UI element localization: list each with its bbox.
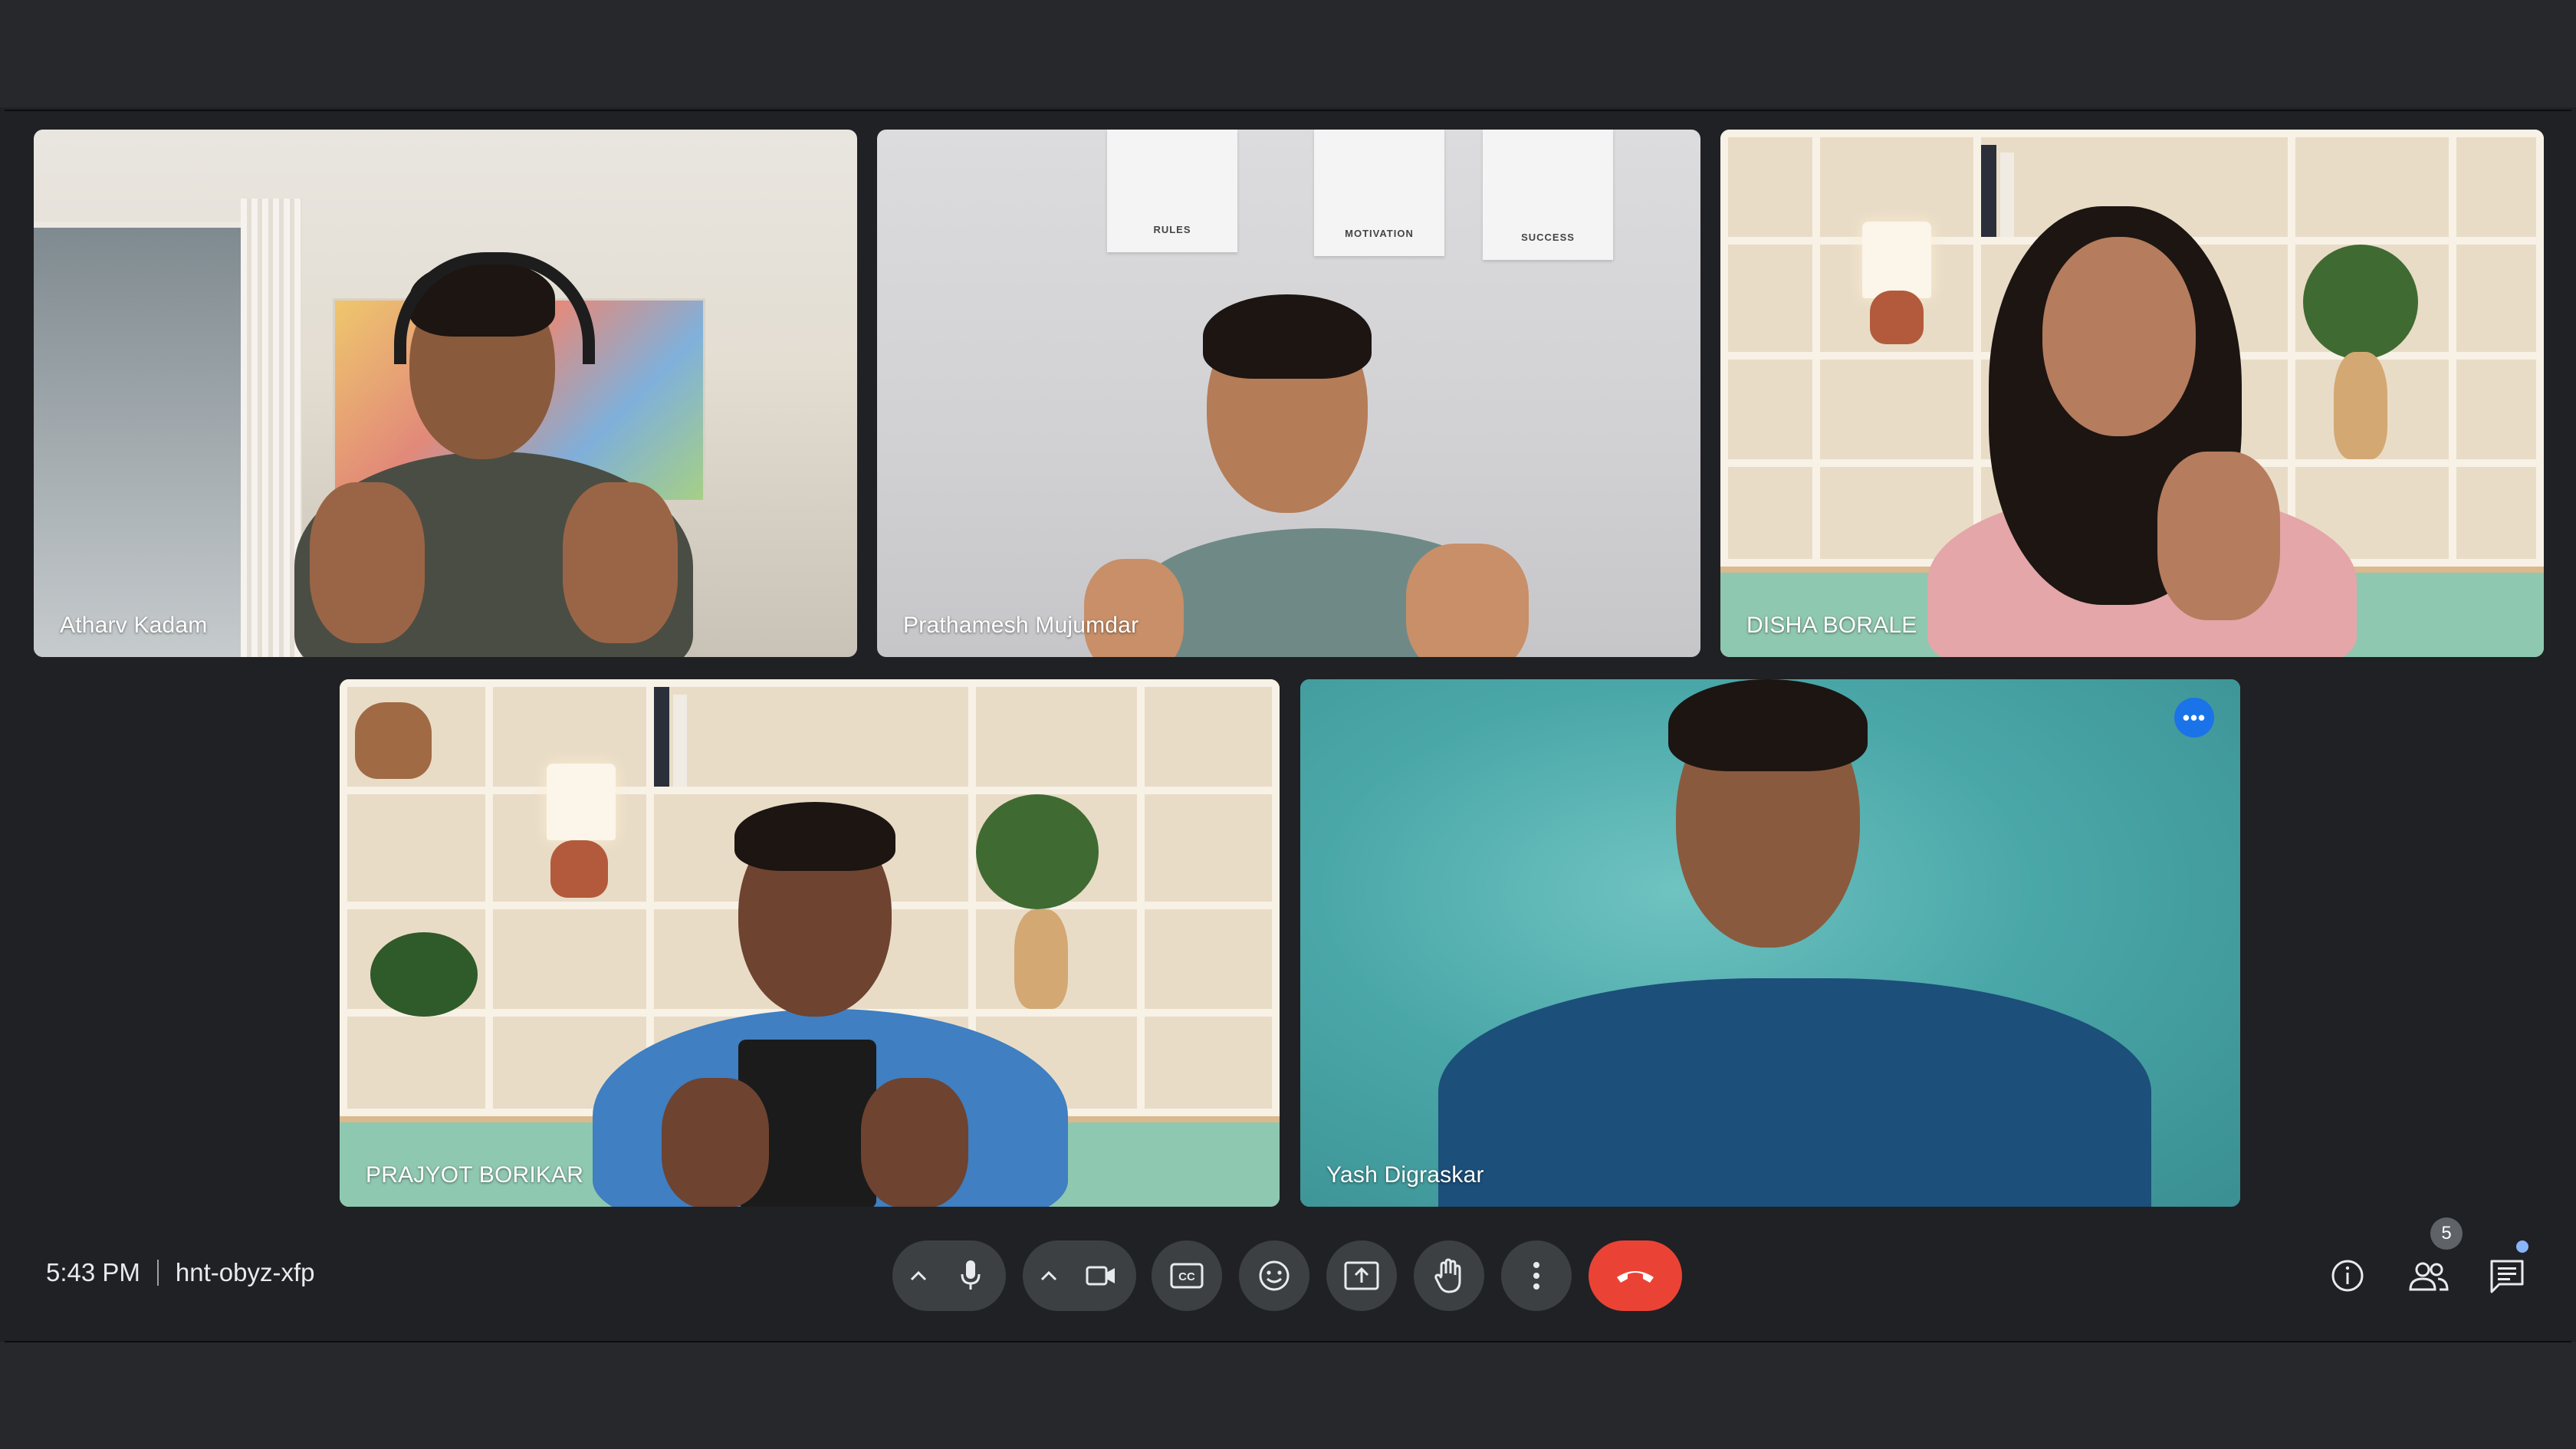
leave-call-button[interactable] <box>1589 1240 1682 1311</box>
videocam-icon <box>1086 1266 1115 1286</box>
participant-name: PRAJYOT BORIKAR <box>366 1162 584 1188</box>
chevron-up-icon <box>910 1270 927 1281</box>
captions-button[interactable]: CC <box>1152 1240 1222 1311</box>
chat-button[interactable] <box>2475 1244 2539 1308</box>
participant-tile-atharv[interactable]: Atharv Kadam <box>34 130 857 657</box>
camera-button[interactable] <box>1070 1240 1132 1311</box>
video-feed <box>1300 679 2240 1207</box>
hand-icon <box>1434 1258 1461 1293</box>
participant-tile-yash[interactable]: ••• Yash Digraskar <box>1300 679 2240 1207</box>
emoji-icon <box>1259 1260 1290 1291</box>
letterbox-top <box>0 0 2576 107</box>
participant-tile-prathamesh[interactable]: RULES MOTIVATION SUCCESS Prathamesh Muju… <box>877 130 1700 657</box>
video-options-button[interactable] <box>1027 1240 1070 1311</box>
participant-name: Prathamesh Mujumdar <box>903 613 1139 638</box>
reactions-button[interactable] <box>1239 1240 1309 1311</box>
camera-control-group <box>1023 1240 1136 1311</box>
meeting-details: 5:43 PM hnt-obyz-xfp <box>46 1254 315 1291</box>
participant-name: Atharv Kadam <box>60 613 208 638</box>
more-options-button[interactable] <box>1501 1240 1572 1311</box>
present-screen-icon <box>1344 1261 1379 1290</box>
new-message-indicator <box>2516 1240 2528 1253</box>
divider <box>156 1260 159 1286</box>
chat-icon <box>2490 1260 2524 1293</box>
raise-hand-button[interactable] <box>1414 1240 1484 1311</box>
people-button[interactable] <box>2397 1244 2461 1308</box>
letterbox-bottom <box>0 1342 2576 1449</box>
present-button[interactable] <box>1326 1240 1397 1311</box>
call-end-icon <box>1617 1271 1654 1283</box>
poster: MOTIVATION <box>1314 130 1444 256</box>
svg-text:CC: CC <box>1178 1270 1195 1283</box>
video-feed: RULES MOTIVATION SUCCESS <box>877 130 1700 657</box>
closed-captions-icon: CC <box>1170 1263 1204 1289</box>
audio-options-button[interactable] <box>897 1240 940 1311</box>
participant-tile-disha[interactable]: DISHA BORALE <box>1720 130 2544 657</box>
chevron-up-icon <box>1040 1270 1057 1281</box>
tile-options-button[interactable]: ••• <box>2174 698 2214 738</box>
participant-name: DISHA BORALE <box>1746 613 1917 638</box>
mic-button[interactable] <box>940 1240 1001 1311</box>
meeting-stage: Atharv Kadam RULES MOTIVATION SUCCESS Pr… <box>5 110 2571 1342</box>
mic-control-group <box>892 1240 1006 1311</box>
participant-count-badge: 5 <box>2430 1217 2463 1250</box>
meeting-info-button[interactable] <box>2315 1244 2380 1308</box>
poster: RULES <box>1107 130 1237 252</box>
meeting-code: hnt-obyz-xfp <box>175 1258 315 1286</box>
mic-icon <box>961 1260 981 1290</box>
video-feed <box>1720 130 2544 657</box>
participant-tile-prajyot[interactable]: PRAJYOT BORIKAR <box>340 679 1280 1207</box>
video-feed <box>340 679 1280 1207</box>
more-vert-icon <box>1533 1262 1539 1290</box>
video-feed <box>34 130 857 657</box>
meeting-time: 5:43 PM <box>46 1258 140 1286</box>
people-icon <box>2409 1262 2449 1291</box>
participant-name: Yash Digraskar <box>1326 1162 1484 1188</box>
poster: SUCCESS <box>1483 130 1613 260</box>
info-icon <box>2331 1260 2364 1292</box>
